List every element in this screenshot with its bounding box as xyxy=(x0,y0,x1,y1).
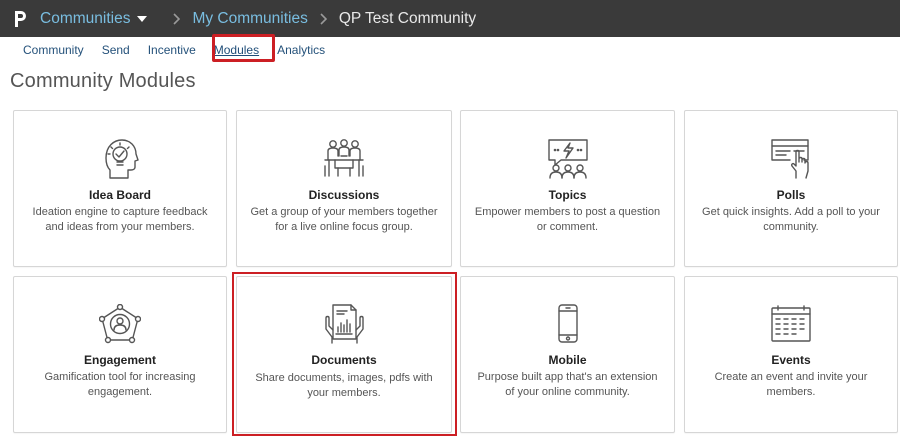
module-card-topics[interactable]: Topics Empower members to post a questio… xyxy=(460,110,675,267)
breadcrumb-separator-icon xyxy=(173,12,181,25)
lightbulb-head-icon xyxy=(100,138,140,180)
chevron-down-icon[interactable] xyxy=(137,15,148,22)
module-description: Share documents, images, pdfs with your … xyxy=(255,372,433,399)
module-card-discussions[interactable]: Discussions Get a group of your members … xyxy=(236,110,452,267)
module-description: Purpose built app that's an extension of… xyxy=(477,371,658,398)
calendar-icon xyxy=(770,305,812,343)
module-title: Events xyxy=(771,353,811,367)
tab-send[interactable]: Send xyxy=(93,37,139,63)
module-card-polls[interactable]: Polls Get quick insights. Add a poll to … xyxy=(684,110,898,267)
module-card-documents[interactable]: Documents Share documents, images, pdfs … xyxy=(236,276,452,433)
tab-analytics[interactable]: Analytics xyxy=(268,37,334,63)
sub-nav-tabs: Community Send Incentive Modules Analyti… xyxy=(0,37,900,63)
breadcrumb-communities[interactable]: Communities xyxy=(40,10,130,28)
meeting-table-icon xyxy=(323,138,365,180)
breadcrumb-my-communities[interactable]: My Communities xyxy=(192,10,307,28)
module-card-engagement[interactable]: Engagement Gamification tool for increas… xyxy=(13,276,227,433)
module-description: Get quick insights. Add a poll to your c… xyxy=(702,206,880,233)
module-title: Engagement xyxy=(83,353,156,367)
tab-modules[interactable]: Modules xyxy=(205,37,268,63)
speech-screen-icon xyxy=(547,138,589,180)
module-title: Topics xyxy=(548,188,587,202)
tab-incentive[interactable]: Incentive xyxy=(139,37,205,63)
network-user-icon xyxy=(99,304,141,344)
breadcrumb: Communities My Communities QP Test Commu… xyxy=(40,10,476,28)
poll-card-hand-icon xyxy=(770,138,812,180)
smartphone-icon xyxy=(556,304,580,344)
top-bar: Communities My Communities QP Test Commu… xyxy=(0,0,900,37)
module-title: Documents xyxy=(311,353,377,367)
page-title: Community Modules xyxy=(10,70,196,92)
module-title: Polls xyxy=(776,188,806,202)
breadcrumb-separator-icon xyxy=(320,12,327,25)
module-card-events[interactable]: Events Create an event and invite your m… xyxy=(684,276,898,433)
document-hands-icon xyxy=(322,303,366,345)
breadcrumb-current: QP Test Community xyxy=(338,9,477,27)
module-title: Discussions xyxy=(308,188,380,202)
module-description: Get a group of your members together for… xyxy=(250,206,438,233)
module-card-idea-board[interactable]: Idea Board Ideation engine to capture fe… xyxy=(13,110,227,267)
module-description: Create an event and invite your members. xyxy=(714,371,868,398)
module-description: Ideation engine to capture feedback and … xyxy=(32,206,208,233)
tab-community[interactable]: Community xyxy=(14,37,93,63)
module-title: Idea Board xyxy=(88,188,151,202)
module-card-mobile[interactable]: Mobile Purpose built app that's an exten… xyxy=(460,276,675,433)
module-description: Empower members to post a question or co… xyxy=(474,206,661,233)
app-logo-icon[interactable] xyxy=(0,0,40,37)
module-title: Mobile xyxy=(548,353,587,367)
module-description: Gamification tool for increasing engagem… xyxy=(44,371,196,398)
